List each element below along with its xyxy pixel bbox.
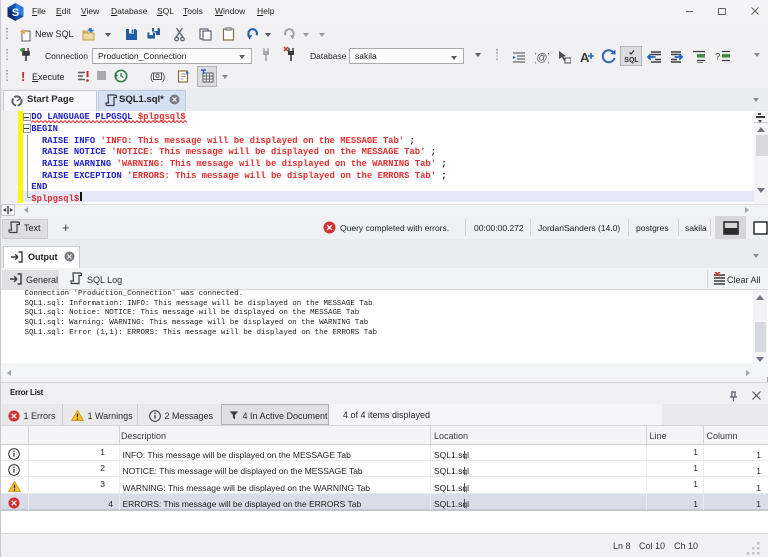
svg-text:?: ? [715, 52, 720, 63]
svg-text:(@): (@) [535, 52, 549, 64]
svg-text:SQL: SQL [624, 57, 639, 64]
svg-text:S: S [12, 7, 19, 19]
svg-text:): ) [162, 72, 165, 83]
svg-text:A: A [580, 50, 590, 64]
